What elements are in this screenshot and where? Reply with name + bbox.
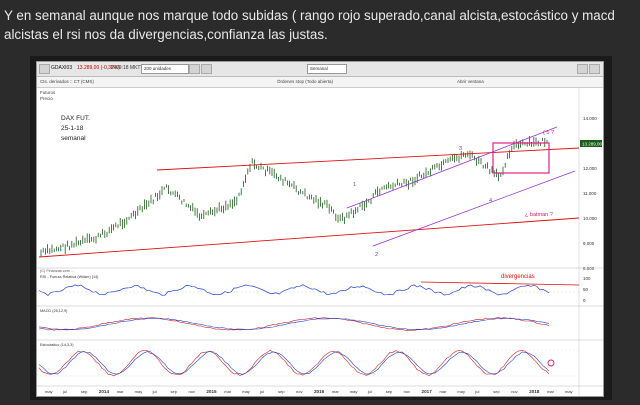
divergencias-label: divergencias [501,274,535,280]
time-axis-label: may [242,389,250,394]
annotation-title3: semanal [61,135,86,142]
stoch-highlight-circle [547,359,555,367]
annotation-title1: DAX FUT. [61,115,90,122]
chart-application: GDAXI03 13.289,00 (-0,32%) IN09:18 MKTVF… [36,61,604,397]
time-axis-label: may [565,389,573,394]
price-axis-label: 9.000 [583,241,595,246]
time-axis-label: mar [224,389,232,394]
time-axis-label: sep [278,389,285,394]
close-icon[interactable] [589,64,600,74]
time-axis-label: jul [259,389,264,394]
time-axis-label: jul [367,389,372,394]
time-axis-label: jul [62,389,67,394]
time-axis-label: jul [152,389,157,394]
time-axis-label: may [350,389,358,394]
orders-label[interactable]: Órdenes stop (Todo abierta) [277,79,333,84]
price-axis-label: 11.000 [583,191,597,196]
zoom-in-icon[interactable] [189,64,200,74]
timeframe-dropdown[interactable]: Semanal [307,64,347,74]
time-axis-label: sep [171,389,178,394]
rsi-line [38,284,550,296]
period-dropdown[interactable]: 200 unidades [141,64,189,74]
price-axis-label: 10.000 [583,216,597,221]
wave-label-4: 4 [489,198,492,204]
price-axis-label: 14.000 [583,116,597,121]
last-price-label: 13.289,00 [582,142,603,147]
time-axis-label: sep [386,389,393,394]
macd-label: MACD (26,12,9) [40,309,68,313]
macd-signal-line [38,317,550,331]
time-axis-label: 2015 [206,389,217,394]
time-axis-label: may [45,389,53,394]
source-label: (C) Finanzas.com ... [40,269,74,273]
toolbar: GDAXI03 13.289,00 (-0,32%) IN09:18 MKTVF… [37,62,603,77]
price-axis-label: 12.000 [583,166,597,171]
time-axis-label: mar [547,389,555,394]
time-axis-label: may [135,389,143,394]
macd-line [38,317,550,331]
post-text: Y en semanal aunque nos marque todo subi… [4,8,615,42]
panel-sub2: Precio [40,96,53,101]
time-axis-label: 2018 [529,389,540,394]
open-window-link[interactable]: Abrir ventana [457,79,484,84]
stoch-k-line [38,349,550,377]
time-axis-label: sep [81,389,88,394]
batman-label: ¿ batman ? [525,212,553,218]
time-axis-label: may [457,389,465,394]
time-axis-label: nov [296,389,302,394]
wave-label-5: ( 5 ? [543,130,554,136]
wave-label-1: 1 [353,182,356,188]
time-axis-label: mar [332,389,340,394]
rsi-axis-label: 50 [583,287,589,292]
time-axis: may jul sep 2014 mar may jul sep nov 2015 mar may ju… [45,389,573,394]
time-axis-label: nov [188,389,194,394]
rsi-divergence-line [420,281,580,286]
instrument-label[interactable]: GDAXI03 [51,65,72,71]
price-axis-label: 8.000 [583,266,595,271]
rsi-axis-label: 100 [583,276,591,281]
settings-icon[interactable] [577,64,588,74]
time-axis-label: 2014 [99,389,110,394]
stoch-d-line [38,350,550,375]
chart-header: Cts. derivados :: CT (CMS) Órdenes stop … [37,77,603,88]
zoom-out-icon[interactable] [201,64,212,74]
time-axis-label: mar [439,389,447,394]
time-axis-label: 2017 [422,389,433,394]
time-axis-label: jul [474,389,479,394]
panel-title: Cts. derivados :: CT (CMS) [40,79,94,84]
rsi-axis: 100 50 0 [583,276,591,303]
rsi-axis-label: 0 [583,298,586,303]
chart-area: Futuros Precio 14.00013.00012.00011.0001… [37,88,603,396]
stoch-label: Estocástico (14,3,3) [40,343,74,347]
time-axis-label: nov [404,389,410,394]
time-axis-label: nov [511,389,517,394]
menu-icon[interactable] [39,64,50,74]
rsi-label: RSI - Fuerza Relativa (Wilder) (14) [40,275,99,279]
wave-label-3: 3 [459,146,462,152]
panel-sub1: Futuros [40,90,56,95]
price-panel [37,88,603,266]
annotation-title2: 25-1-18 [61,125,84,132]
time-axis-label: sep [493,389,500,394]
wave-label-2: 2 [375,252,378,258]
time-axis-label: 2016 [314,389,325,394]
time-axis-label: mar [117,389,125,394]
